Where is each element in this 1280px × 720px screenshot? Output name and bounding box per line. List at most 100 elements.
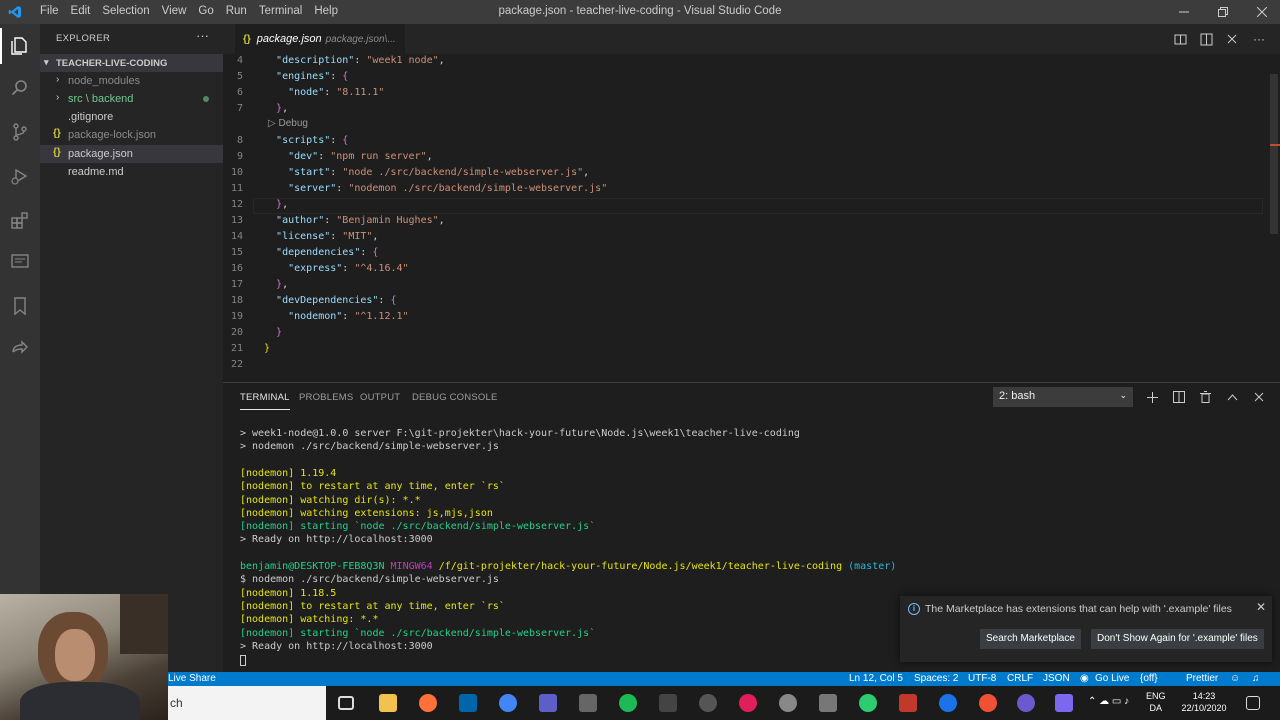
github-icon[interactable]	[699, 694, 717, 712]
workspace-folder[interactable]: ▾ TEACHER-LIVE-CODING	[40, 54, 223, 72]
code-line[interactable]: 10 "start": "node ./src/backend/simple-w…	[223, 166, 1280, 182]
action-center-icon[interactable]	[1246, 696, 1260, 710]
more-actions-icon[interactable]: ···	[196, 28, 209, 43]
menu-edit[interactable]: Edit	[65, 0, 97, 24]
snipping-tool-icon[interactable]	[819, 694, 837, 712]
status-off[interactable]: {off}	[1140, 672, 1158, 685]
new-terminal-button[interactable]	[1144, 389, 1160, 405]
app-red-icon[interactable]	[899, 694, 917, 712]
remote-explorer-icon[interactable]	[8, 250, 32, 274]
status-language[interactable]: JSON	[1043, 672, 1070, 685]
live-share-icon[interactable]	[8, 338, 32, 362]
chrome-icon[interactable]	[499, 694, 517, 712]
slack-icon[interactable]	[739, 694, 757, 712]
tab-terminal[interactable]: TERMINAL	[240, 392, 290, 410]
status-indentation[interactable]: Spaces: 2	[914, 672, 958, 685]
app-green-icon[interactable]	[859, 694, 877, 712]
code-line[interactable]: 5 "engines": {	[223, 70, 1280, 86]
menu-terminal[interactable]: Terminal	[253, 0, 308, 24]
settings-tray-icon[interactable]	[1055, 694, 1073, 712]
tree-file-readme[interactable]: readme.md	[40, 163, 223, 181]
code-line[interactable]: 20 }	[223, 326, 1280, 342]
extensions-icon[interactable]	[8, 208, 32, 232]
close-window-button[interactable]	[1244, 0, 1280, 24]
file-explorer-icon[interactable]	[379, 694, 397, 712]
code-line[interactable]: 11 "server": "nodemon ./src/backend/simp…	[223, 182, 1280, 198]
code-line[interactable]: 14 "license": "MIT",	[223, 230, 1280, 246]
status-live-share[interactable]: Live Share	[168, 672, 216, 685]
vscode-taskbar-icon[interactable]	[459, 694, 477, 712]
clock[interactable]: 14:23 22/10/2020	[1178, 690, 1230, 714]
status-eol[interactable]: CRLF	[1007, 672, 1033, 685]
code-line[interactable]: 12 },	[223, 198, 1280, 214]
tab-problems[interactable]: PROBLEMS	[299, 392, 353, 403]
kill-terminal-button[interactable]	[1197, 389, 1213, 405]
close-editors-button[interactable]	[1224, 31, 1240, 47]
code-line[interactable]: 22	[223, 358, 1280, 374]
code-line[interactable]: 7 },	[223, 102, 1280, 118]
search-marketplace-button[interactable]: Search Marketplace	[980, 629, 1081, 649]
close-panel-button[interactable]	[1251, 389, 1267, 405]
firefox-icon[interactable]	[419, 694, 437, 712]
tab-package-json[interactable]: {} package.json package.json\...	[235, 24, 405, 54]
bookmarks-icon[interactable]	[8, 294, 32, 318]
status-prettier[interactable]: Prettier	[1186, 672, 1218, 685]
keyboard-app-icon[interactable]	[579, 694, 597, 712]
open-changes-button[interactable]	[1172, 31, 1188, 47]
app-purple-icon[interactable]	[1017, 694, 1035, 712]
tree-file-package-json[interactable]: {} package.json	[40, 145, 223, 163]
split-editor-button[interactable]	[1198, 31, 1214, 47]
code-line[interactable]: 18 "devDependencies": {	[223, 294, 1280, 310]
code-line[interactable]: 4 "description": "week1 node",	[223, 54, 1280, 70]
notifications-bell-icon[interactable]: ♫	[1252, 672, 1260, 685]
code-line[interactable]: 21}	[223, 342, 1280, 358]
menu-go[interactable]: Go	[192, 0, 219, 24]
code-line[interactable]: 6 "node": "8.11.1"	[223, 86, 1280, 102]
status-cursor-position[interactable]: Ln 12, Col 5	[849, 672, 903, 685]
menu-file[interactable]: File	[34, 0, 65, 24]
restore-button[interactable]	[1205, 0, 1241, 24]
spotify-icon[interactable]	[619, 694, 637, 712]
search-icon[interactable]	[8, 76, 32, 100]
menu-selection[interactable]: Selection	[96, 0, 155, 24]
code-line[interactable]: 17 },	[223, 278, 1280, 294]
status-go-live[interactable]: Go Live	[1095, 672, 1129, 685]
code-line[interactable]: 19 "nodemon": "^1.12.1"	[223, 310, 1280, 326]
menu-help[interactable]: Help	[308, 0, 344, 24]
input-language[interactable]: ENG DA	[1146, 690, 1166, 714]
tree-folder-node-modules[interactable]: › node_modules	[40, 72, 223, 90]
code-editor[interactable]: ▷ Debug 4 "description": "week1 node", 5 …	[223, 54, 1280, 380]
tab-output[interactable]: OUTPUT	[360, 392, 400, 403]
obs-icon[interactable]	[779, 694, 797, 712]
tree-file-gitignore[interactable]: .gitignore	[40, 108, 223, 126]
maximize-panel-button[interactable]	[1224, 389, 1240, 405]
git-icon[interactable]	[979, 694, 997, 712]
tree-folder-src-backend[interactable]: › src \ backend	[40, 90, 223, 108]
tab-debug-console[interactable]: DEBUG CONSOLE	[412, 392, 497, 403]
code-line[interactable]: 13 "author": "Benjamin Hughes",	[223, 214, 1280, 230]
tray-icons[interactable]: ⌃ ☁ ▭ ♪	[1088, 696, 1129, 708]
menu-run[interactable]: Run	[220, 0, 253, 24]
maps-icon[interactable]	[939, 694, 957, 712]
code-line[interactable]: 16 "express": "^4.16.4"	[223, 262, 1280, 278]
feedback-icon[interactable]: ☺	[1230, 672, 1240, 685]
terminal-shell-select[interactable]: 2: bash ⌄	[993, 387, 1133, 407]
minimize-button[interactable]	[1166, 0, 1202, 24]
more-actions-icon[interactable]: ···	[1251, 31, 1267, 47]
app-icon[interactable]	[539, 694, 557, 712]
tree-file-package-lock[interactable]: {} package-lock.json	[40, 126, 223, 144]
menu-view[interactable]: View	[156, 0, 193, 24]
status-encoding[interactable]: UTF-8	[968, 672, 996, 685]
source-control-icon[interactable]	[8, 120, 32, 144]
run-debug-icon[interactable]	[8, 164, 32, 188]
task-view-icon[interactable]	[338, 696, 354, 710]
code-line[interactable]: 9 "dev": "npm run server",	[223, 150, 1280, 166]
codelens-debug[interactable]: ▷ Debug	[268, 118, 308, 129]
close-notification-icon[interactable]: ✕	[1256, 600, 1266, 614]
split-terminal-button[interactable]	[1171, 389, 1187, 405]
explorer-icon[interactable]	[0, 28, 32, 64]
dont-show-again-button[interactable]: Don't Show Again for '.example' files	[1091, 629, 1264, 649]
code-line[interactable]: 8 "scripts": {	[223, 134, 1280, 150]
code-line[interactable]: 15 "dependencies": {	[223, 246, 1280, 262]
vim-icon[interactable]	[659, 694, 677, 712]
